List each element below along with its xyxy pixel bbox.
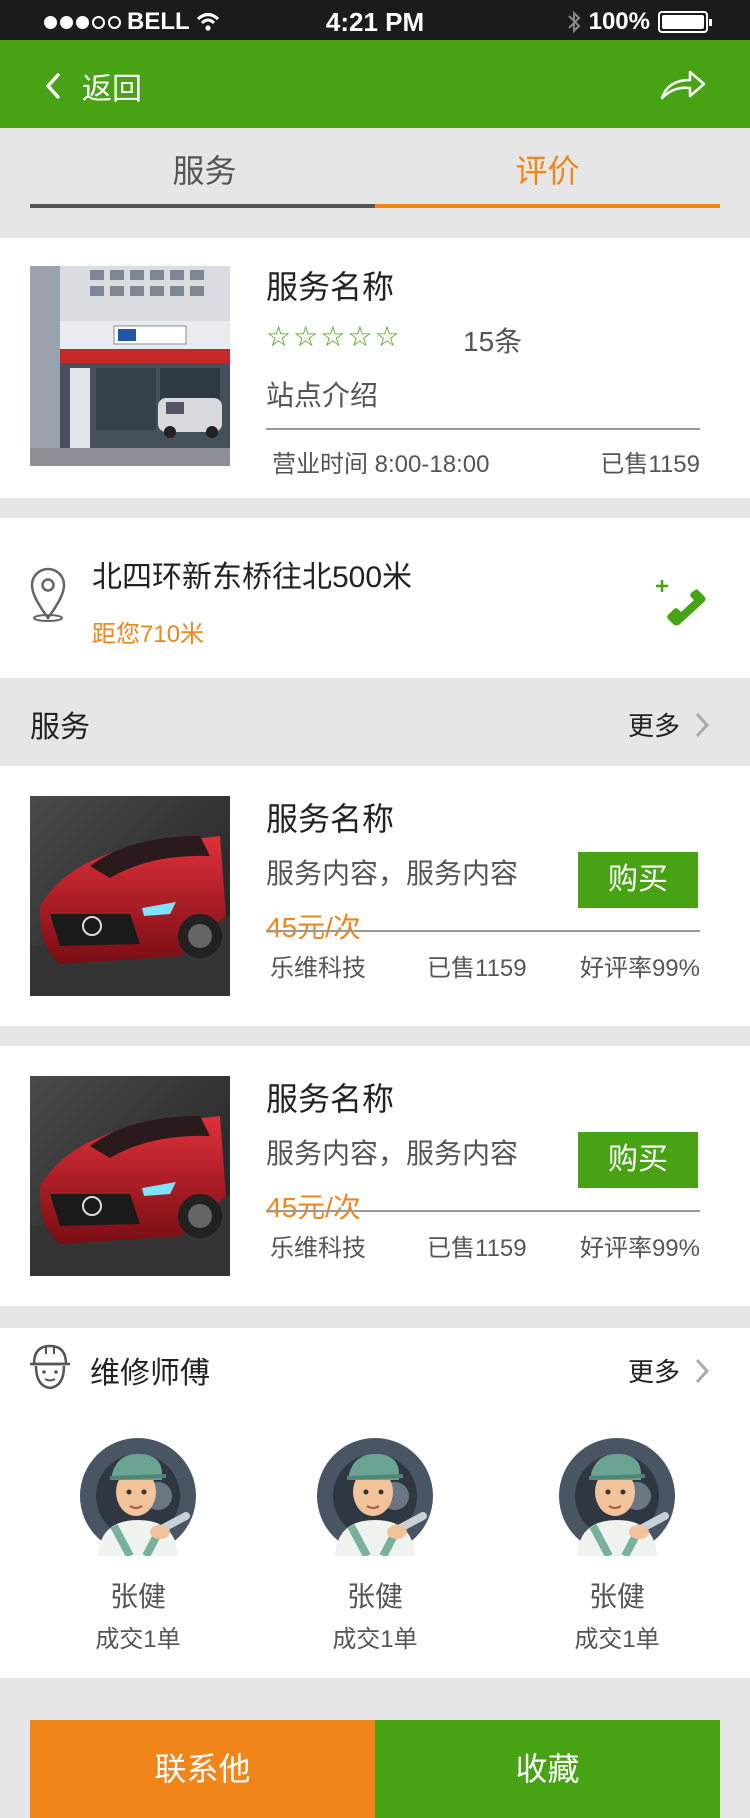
- address: 北四环新东桥往北500米: [92, 561, 413, 594]
- more-label: 更多: [627, 1357, 680, 1387]
- divider: [266, 930, 700, 932]
- master-name: 张健: [588, 1581, 645, 1612]
- star-icon: ☆: [266, 321, 292, 352]
- status-bar: BELL 4:21 PM 100%: [0, 0, 750, 40]
- chevron-left-icon: [46, 73, 60, 99]
- master-item[interactable]: 张健 成交1单: [527, 1436, 707, 1654]
- nav-bar: 返回: [0, 40, 750, 128]
- bottom-action-bar: 联系他 收藏: [30, 1720, 720, 1818]
- buy-button[interactable]: 购买: [578, 1132, 698, 1188]
- master-item[interactable]: 张健 成交1单: [285, 1436, 465, 1654]
- share-icon[interactable]: [658, 66, 708, 104]
- chevron-right-icon: [695, 1358, 710, 1383]
- back-button[interactable]: 返回: [44, 64, 142, 108]
- star-icon: ☆: [320, 321, 346, 352]
- service-rating: 好评率99%: [579, 1235, 700, 1262]
- phone-call-icon[interactable]: [656, 574, 708, 626]
- favorite-button[interactable]: 收藏: [375, 1720, 720, 1818]
- avatar: [80, 1438, 196, 1558]
- master-deals: 成交1单: [574, 1626, 660, 1653]
- divider: [266, 428, 700, 430]
- masters-section: 维修师傅 更多 张健 成交1单 张健 成交1单 张健 成交1单: [0, 1328, 750, 1678]
- service-rating: 好评率99%: [579, 955, 700, 982]
- more-label: 更多: [627, 711, 680, 741]
- service-title: 服务名称: [266, 801, 395, 837]
- distance: 距您710米: [92, 621, 205, 648]
- service-desc: 服务内容，服务内容: [266, 1138, 519, 1169]
- master-deals: 成交1单: [95, 1626, 181, 1653]
- service-company: 乐维科技: [270, 955, 366, 982]
- masters-more-link[interactable]: 更多: [628, 1352, 710, 1389]
- masters-title: 维修师傅: [90, 1357, 210, 1390]
- master-name: 张健: [346, 1581, 403, 1612]
- master-deals: 成交1单: [332, 1626, 418, 1653]
- services-title: 服务: [30, 711, 90, 744]
- buy-button[interactable]: 购买: [578, 852, 698, 908]
- service-price: 45元/次: [266, 912, 361, 943]
- battery-percent: 100%: [588, 8, 650, 35]
- map-pin-icon: [30, 567, 66, 622]
- tab-review[interactable]: 评价: [375, 146, 720, 192]
- services-header: 服务 更多: [0, 678, 750, 766]
- services-more-link[interactable]: 更多: [628, 706, 710, 743]
- tab-bar: 服务 评价: [0, 128, 750, 238]
- avatar: [559, 1438, 675, 1558]
- service-title: 服务名称: [266, 1081, 395, 1117]
- service-card[interactable]: 服务名称 服务内容，服务内容 45元/次 购买 乐维科技 已售1159 好评率9…: [0, 1046, 750, 1306]
- chevron-right-icon: [695, 712, 710, 737]
- shop-name: 服务名称: [266, 269, 395, 305]
- service-desc: 服务内容，服务内容: [266, 858, 519, 889]
- contact-button[interactable]: 联系他: [30, 1720, 375, 1818]
- shop-card: 服务名称 ☆ ☆ ☆ ☆ ☆ 15条 站点介绍 营业时间 8:00-18:00 …: [0, 238, 750, 498]
- star-icon: ☆: [347, 321, 373, 352]
- back-label: 返回: [82, 73, 142, 106]
- business-hours: 营业时间 8:00-18:00: [272, 451, 490, 478]
- helmet-icon: [30, 1344, 70, 1390]
- battery-icon: [658, 11, 712, 33]
- shop-sold-count: 已售1159: [600, 451, 700, 478]
- star-icon: ☆: [293, 321, 319, 352]
- service-company: 乐维科技: [270, 1235, 366, 1262]
- service-photo: [30, 796, 230, 996]
- star-icon: ☆: [374, 321, 400, 352]
- tab-underline-active: [375, 204, 720, 208]
- rating-stars: ☆ ☆ ☆ ☆ ☆: [266, 320, 400, 353]
- avatar: [317, 1438, 433, 1558]
- tab-underline: [30, 204, 375, 208]
- location-card: 北四环新东桥往北500米 距您710米: [0, 518, 750, 678]
- tab-service[interactable]: 服务: [32, 146, 377, 192]
- service-photo: [30, 1076, 230, 1276]
- bluetooth-icon: [567, 10, 581, 34]
- divider: [266, 1210, 700, 1212]
- service-card[interactable]: 服务名称 服务内容，服务内容 45元/次 购买 乐维科技 已售1159 好评率9…: [0, 766, 750, 1026]
- master-item[interactable]: 张健 成交1单: [48, 1436, 228, 1654]
- master-name: 张健: [109, 1581, 166, 1612]
- review-count[interactable]: 15条: [463, 320, 522, 360]
- status-right: 100%: [567, 8, 712, 36]
- shop-intro: 站点介绍: [266, 380, 379, 411]
- shop-photo: [30, 266, 230, 466]
- service-price: 45元/次: [266, 1192, 361, 1223]
